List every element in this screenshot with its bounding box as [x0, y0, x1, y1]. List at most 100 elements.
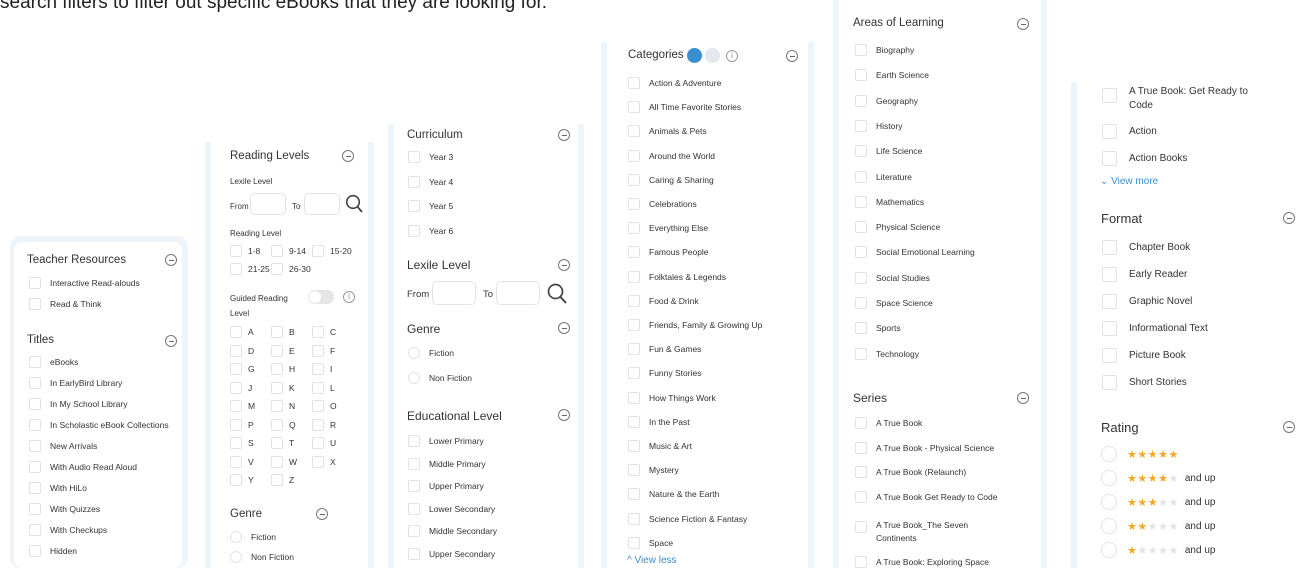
teacher-resources-collapse-icon[interactable]	[165, 254, 177, 266]
checkbox[interactable]	[271, 381, 283, 394]
list-item[interactable]: Geography	[855, 94, 918, 107]
checkbox[interactable]	[628, 536, 640, 549]
list-item[interactable]: Fiction	[408, 347, 454, 359]
checkbox[interactable]	[29, 277, 41, 289]
list-item[interactable]: In Scholastic eBook Collections	[29, 419, 169, 431]
radio-button[interactable]	[1101, 542, 1117, 558]
list-item[interactable]: Space Science	[855, 297, 933, 309]
radio-button[interactable]	[230, 531, 242, 543]
list-item[interactable]: Early Reader	[1102, 267, 1187, 282]
checkbox[interactable]	[230, 363, 242, 375]
list-item[interactable]: A True Book	[855, 417, 922, 429]
list-item[interactable]: Around the World	[628, 149, 715, 162]
grid-option[interactable]: W	[271, 455, 297, 468]
list-item[interactable]: Mystery	[628, 464, 679, 477]
list-item[interactable]: Lower Primary	[408, 435, 484, 447]
list-item[interactable]: With Audio Read Aloud	[29, 461, 137, 473]
checkbox[interactable]	[29, 524, 41, 536]
areas-collapse-icon[interactable]	[1017, 18, 1029, 30]
rating-option[interactable]: ★★★★★ and up	[1101, 518, 1215, 534]
checkbox[interactable]	[628, 173, 640, 186]
list-item[interactable]: Read & Think	[29, 298, 101, 310]
curriculum-collapse-icon[interactable]	[558, 129, 570, 141]
list-item[interactable]: A True Book_The Seven Continents	[855, 520, 968, 543]
list-item[interactable]: Non Fiction	[408, 372, 472, 384]
rating-option[interactable]: ★★★★★	[1101, 446, 1185, 462]
checkbox[interactable]	[855, 347, 867, 360]
grid-view-icon[interactable]	[687, 48, 702, 63]
checkbox[interactable]	[271, 455, 283, 468]
list-item[interactable]: Technology	[855, 347, 919, 360]
grid-option[interactable]: 26-30	[271, 263, 311, 275]
list-item[interactable]: Folktales & Legends	[628, 270, 726, 283]
list-item[interactable]: Year 5	[408, 200, 453, 212]
checkbox[interactable]	[855, 297, 867, 309]
checkbox[interactable]	[271, 474, 283, 486]
list-item[interactable]: Picture Book	[1102, 348, 1186, 363]
list-item[interactable]: With Checkups	[29, 524, 107, 536]
rating-option[interactable]: ★★★★★ and up	[1101, 470, 1215, 486]
grid-option[interactable]: E	[271, 344, 295, 357]
checkbox[interactable]	[29, 298, 41, 310]
grid-option[interactable]: J	[230, 381, 252, 394]
list-item[interactable]: All Time Favorite Stories	[628, 101, 741, 114]
checkbox[interactable]	[855, 195, 867, 208]
list-item[interactable]: Upper Secondary	[408, 547, 495, 560]
grid-option[interactable]: Y	[230, 474, 254, 486]
list-item[interactable]: eBooks	[29, 356, 78, 368]
checkbox[interactable]	[29, 377, 41, 389]
grid-option[interactable]: L	[312, 381, 335, 394]
checkbox[interactable]	[1102, 348, 1117, 363]
view-less-link[interactable]: ^ View less	[627, 555, 677, 566]
checkbox[interactable]	[271, 245, 283, 257]
lexile-from-input[interactable]	[432, 281, 476, 305]
checkbox[interactable]	[230, 474, 242, 486]
grid-option[interactable]: X	[312, 455, 336, 468]
checkbox[interactable]	[628, 367, 640, 380]
list-item[interactable]: Social Studies	[855, 271, 930, 284]
list-item[interactable]: In the Past	[628, 415, 690, 428]
radio-button[interactable]	[1101, 446, 1117, 462]
checkbox[interactable]	[855, 490, 867, 503]
checkbox[interactable]	[855, 44, 867, 56]
checkbox[interactable]	[29, 419, 41, 431]
checkbox[interactable]	[312, 381, 324, 394]
checkbox[interactable]	[230, 245, 242, 257]
list-item[interactable]: Celebrations	[628, 198, 697, 210]
checkbox[interactable]	[1102, 124, 1117, 139]
rating-option[interactable]: ★★★★★ and up	[1101, 494, 1215, 510]
checkbox[interactable]	[230, 400, 242, 412]
list-item[interactable]: New Arrivals	[29, 440, 97, 452]
checkbox[interactable]	[855, 246, 867, 259]
list-item[interactable]: How Things Work	[628, 391, 716, 404]
list-item[interactable]: Caring & Sharing	[628, 173, 714, 186]
checkbox[interactable]	[1102, 151, 1117, 166]
checkbox[interactable]	[408, 480, 420, 492]
radio-button[interactable]	[408, 347, 420, 359]
categories-collapse-icon[interactable]	[786, 50, 798, 62]
checkbox[interactable]	[1102, 240, 1117, 255]
guided-reading-toggle[interactable]	[308, 290, 334, 304]
checkbox[interactable]	[628, 415, 640, 428]
lexile-collapse-icon[interactable]	[558, 259, 570, 271]
checkbox[interactable]	[1102, 88, 1117, 103]
genre-collapse-icon[interactable]	[316, 508, 328, 520]
checkbox[interactable]	[855, 170, 867, 183]
lexile-to-input[interactable]	[304, 193, 340, 215]
list-item[interactable]: Short Stories	[1102, 375, 1187, 390]
checkbox[interactable]	[628, 125, 640, 138]
checkbox[interactable]	[628, 270, 640, 283]
educational-level-collapse-icon[interactable]	[558, 409, 570, 421]
lexile-from-input[interactable]	[250, 193, 286, 215]
checkbox[interactable]	[230, 326, 242, 338]
grid-option[interactable]: 9-14	[271, 245, 306, 257]
checkbox[interactable]	[408, 502, 420, 515]
grid-option[interactable]: V	[230, 455, 254, 468]
list-item[interactable]: Nature & the Earth	[628, 488, 719, 501]
list-item[interactable]: Year 3	[408, 151, 453, 163]
list-item[interactable]: Friends, Family & Growing Up	[628, 319, 762, 331]
list-view-icon[interactable]	[705, 48, 720, 63]
checkbox[interactable]	[312, 418, 324, 431]
list-item[interactable]: Middle Secondary	[408, 525, 497, 537]
checkbox[interactable]	[855, 441, 867, 454]
